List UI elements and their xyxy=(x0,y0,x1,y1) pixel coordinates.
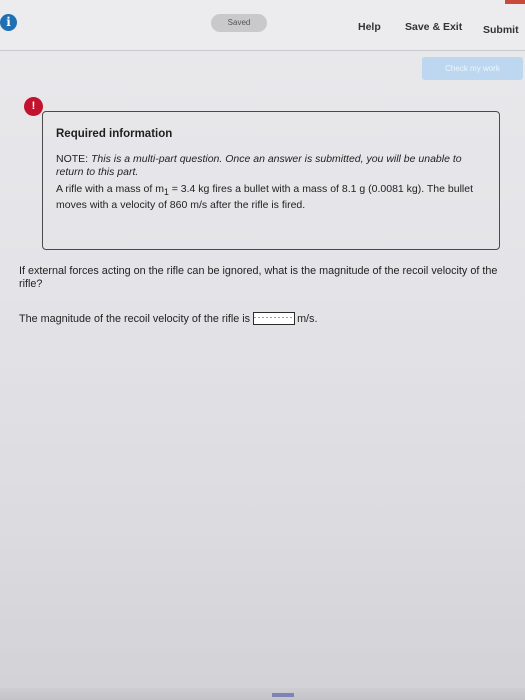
problem-text-part1: A rifle with a mass of m xyxy=(56,183,164,195)
help-link[interactable]: Help xyxy=(358,21,381,33)
answer-prefix: The magnitude of the recoil velocity of … xyxy=(19,312,251,325)
required-information-title: Required information xyxy=(56,128,173,140)
note-text: NOTE: This is a multi-part question. Onc… xyxy=(56,153,476,178)
recoil-velocity-input[interactable] xyxy=(253,312,296,325)
note-label: NOTE: xyxy=(56,153,89,165)
top-bar: i Saved Help Save & Exit Submit xyxy=(0,0,525,51)
problem-statement: A rifle with a mass of m1 = 3.4 kg fires… xyxy=(56,183,476,211)
submit-link[interactable]: Submit xyxy=(483,24,519,36)
answer-unit: m/s. xyxy=(297,312,318,325)
question-prompt: If external forces acting on the rifle c… xyxy=(19,265,498,290)
bottom-edge xyxy=(0,688,525,700)
saved-status-badge: Saved xyxy=(211,14,267,32)
alert-icon: ! xyxy=(24,97,43,116)
answer-line: The magnitude of the recoil velocity of … xyxy=(19,312,317,325)
check-my-work-button[interactable]: Check my work xyxy=(422,57,523,80)
save-exit-link[interactable]: Save & Exit xyxy=(405,21,462,33)
bottom-marker xyxy=(272,693,294,697)
corner-accent xyxy=(505,0,525,4)
note-body: This is a multi-part question. Once an a… xyxy=(56,153,462,178)
info-icon[interactable]: i xyxy=(0,14,17,31)
